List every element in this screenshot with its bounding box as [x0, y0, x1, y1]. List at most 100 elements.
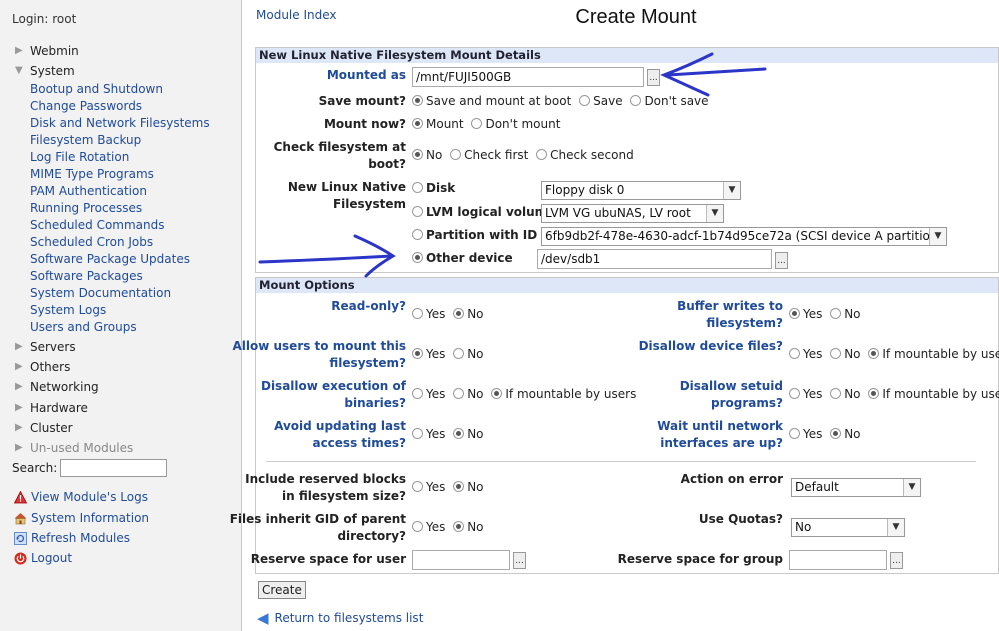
module-link[interactable]: System Logs [30, 303, 106, 317]
module-link[interactable]: Filesystem Backup [30, 133, 141, 147]
gid-yes-radio[interactable] [412, 521, 423, 532]
disk-select[interactable]: Floppy disk 0 ▼ [541, 181, 741, 200]
allow-users-label[interactable]: Allow users to mount this filesystem? [232, 338, 406, 372]
wait-no-radio[interactable] [830, 428, 842, 439]
avoid-no-radio[interactable] [453, 428, 465, 439]
partition-radio[interactable] [412, 229, 423, 240]
module-link[interactable]: Software Package Updates [30, 252, 190, 266]
setuid-no-radio[interactable] [830, 388, 842, 399]
dev-yes-radio[interactable] [789, 348, 800, 359]
exec-if-mountable-radio[interactable] [491, 388, 503, 399]
mounted-as-label[interactable]: Mounted as [327, 67, 406, 84]
reserve-group-input[interactable] [789, 550, 887, 570]
avoid-updating-label[interactable]: Avoid updating last access times? [274, 418, 406, 452]
search-input[interactable] [60, 459, 168, 477]
wait-yes-radio[interactable] [789, 428, 800, 439]
module-link[interactable]: Users and Groups [30, 320, 137, 334]
module-link[interactable]: Software Packages [30, 269, 143, 283]
category-cluster[interactable]: ▶ Cluster [15, 419, 73, 436]
disallow-exec-label[interactable]: Disallow execution of binaries? [261, 378, 406, 412]
action-on-error-label: Action on error [680, 472, 783, 486]
browse-button[interactable]: ... [890, 552, 903, 569]
check-first-radio[interactable] [450, 149, 462, 160]
module-link[interactable]: Change Passwords [30, 99, 142, 113]
reserve-user-label: Reserve space for user [250, 552, 406, 566]
check-fs-label: Check filesystem at boot? [273, 140, 406, 171]
gid-no-radio[interactable] [453, 521, 465, 532]
allow-users-no-radio[interactable] [453, 348, 465, 359]
module-link[interactable]: MIME Type Programs [30, 167, 154, 181]
module-link[interactable]: PAM Authentication [30, 184, 147, 198]
save-and-mount-radio[interactable] [412, 95, 423, 106]
wait-network-label[interactable]: Wait until network interfaces are up? [657, 418, 783, 452]
partition-select[interactable]: 6fb9db2f-478e-4630-adcf-1b74d95ce72a (SC… [541, 227, 947, 246]
check-no-radio[interactable] [412, 149, 423, 160]
other-device-option[interactable]: Other device [412, 251, 513, 265]
search-row: Search: [12, 459, 168, 477]
other-device-radio[interactable] [412, 252, 423, 263]
module-link[interactable]: Scheduled Cron Jobs [30, 235, 153, 249]
category-webmin[interactable]: ▶ Webmin [15, 42, 79, 59]
logout-link[interactable]: Logout [14, 551, 72, 565]
mount-radio[interactable] [412, 118, 423, 129]
setuid-if-mountable-radio[interactable] [868, 388, 880, 399]
save-radio[interactable] [579, 95, 591, 106]
system-information-link[interactable]: System Information [14, 511, 149, 525]
view-logs-link[interactable]: View Module's Logs [13, 490, 148, 504]
browse-button[interactable]: ... [647, 69, 660, 86]
module-link[interactable]: Scheduled Commands [30, 218, 165, 232]
category-hardware[interactable]: ▶ Hardware [15, 399, 88, 416]
setuid-yes-radio[interactable] [789, 388, 800, 399]
use-quotas-select[interactable]: No ▼ [791, 518, 905, 537]
exec-no-radio[interactable] [453, 388, 465, 399]
read-only-label[interactable]: Read-only? [331, 298, 406, 315]
warning-icon [13, 490, 28, 504]
dont-save-radio[interactable] [630, 95, 642, 106]
avoid-yes-radio[interactable] [412, 428, 423, 439]
lvm-radio[interactable] [412, 206, 423, 217]
lvm-option[interactable]: LVM logical volume [412, 205, 555, 219]
lvm-select[interactable]: LVM VG ubuNAS, LV root ▼ [541, 204, 724, 223]
category-system[interactable]: ▼ System [15, 62, 75, 79]
category-servers[interactable]: ▶ Servers [15, 338, 76, 355]
reserved-yes-radio[interactable] [412, 481, 423, 492]
other-device-input[interactable]: /dev/sdb1 [537, 249, 772, 269]
category-networking[interactable]: ▶ Networking [15, 378, 99, 395]
search-label: Search: [12, 461, 58, 475]
check-second-radio[interactable] [536, 149, 548, 160]
disk-option[interactable]: Disk [412, 181, 455, 195]
module-link[interactable]: System Documentation [30, 286, 171, 300]
action-on-error-select[interactable]: Default ▼ [791, 478, 921, 497]
allow-users-yes-radio[interactable] [412, 348, 423, 359]
module-link[interactable]: Bootup and Shutdown [30, 82, 163, 96]
browse-button[interactable]: ... [775, 252, 788, 269]
disallow-setuid-label[interactable]: Disallow setuid programs? [680, 378, 783, 412]
module-link[interactable]: Running Processes [30, 201, 142, 215]
disk-radio[interactable] [412, 182, 423, 193]
buffer-writes-label[interactable]: Buffer writes to filesystem? [677, 298, 783, 332]
mount-details-panel: New Linux Native Filesystem Mount Detail… [255, 47, 999, 273]
module-link[interactable]: Log File Rotation [30, 150, 129, 164]
dev-if-mountable-radio[interactable] [868, 348, 880, 359]
buffer-yes-radio[interactable] [789, 308, 800, 319]
create-button[interactable]: Create [258, 581, 306, 599]
reserve-user-input[interactable] [412, 550, 510, 570]
dont-mount-radio[interactable] [471, 118, 483, 129]
disallow-device-label[interactable]: Disallow device files? [639, 338, 783, 355]
browse-button[interactable]: ... [513, 552, 526, 569]
chevron-down-icon: ▼ [887, 519, 904, 536]
partition-option[interactable]: Partition with ID [412, 228, 537, 242]
read-only-yes-radio[interactable] [412, 308, 423, 319]
module-link[interactable]: Disk and Network Filesystems [30, 116, 210, 130]
read-only-no-radio[interactable] [453, 308, 465, 319]
mounted-as-input[interactable]: /mnt/FUJI500GB [412, 67, 644, 87]
buffer-no-radio[interactable] [830, 308, 842, 319]
category-unused-modules[interactable]: ▶ Un-used Modules [15, 439, 133, 456]
return-link[interactable]: ◀ Return to filesystems list [257, 609, 423, 627]
exec-yes-radio[interactable] [412, 388, 423, 399]
home-icon [14, 512, 27, 525]
reserved-no-radio[interactable] [453, 481, 465, 492]
refresh-modules-link[interactable]: Refresh Modules [14, 531, 130, 545]
category-others[interactable]: ▶ Others [15, 358, 70, 375]
dev-no-radio[interactable] [830, 348, 842, 359]
